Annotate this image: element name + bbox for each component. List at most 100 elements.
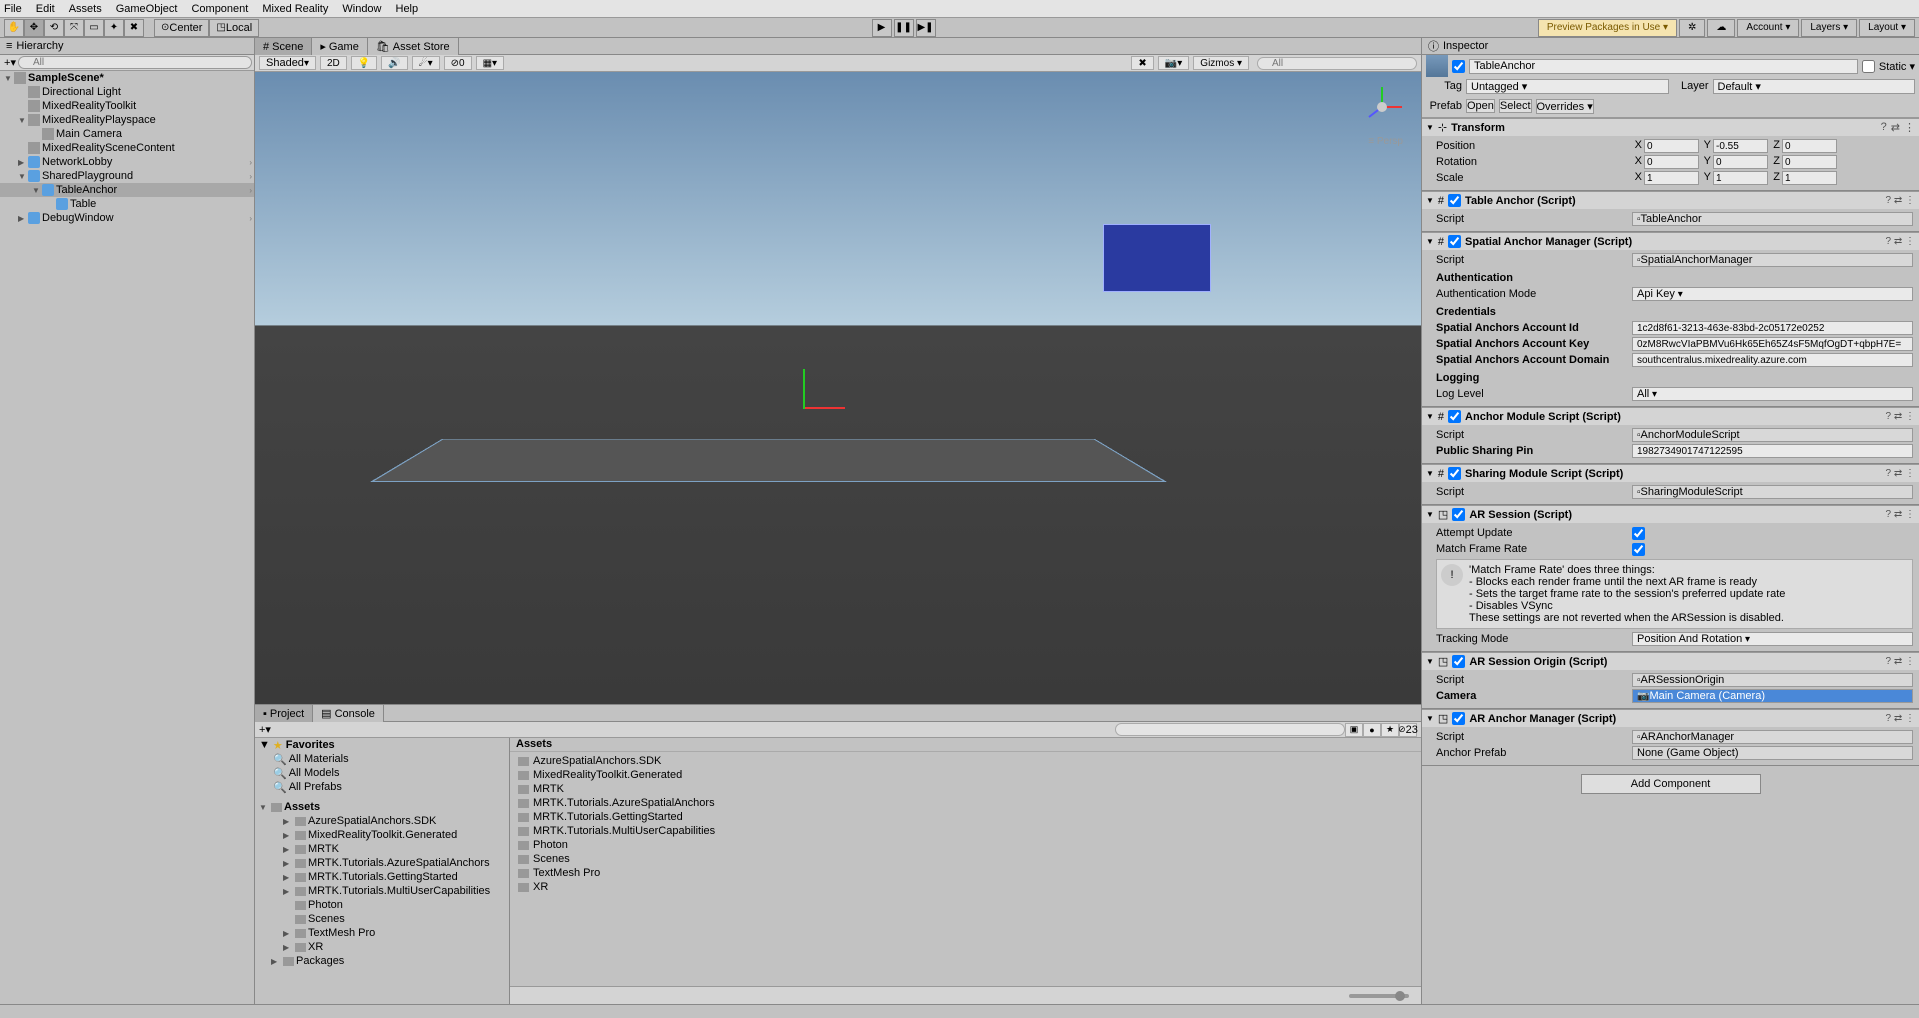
static-dropdown[interactable]: Static ▾ [1879,60,1915,73]
grid-icon[interactable]: ▦▾ [476,56,504,70]
scene-view[interactable]: ≡ Persp [255,72,1421,704]
hierarchy-item[interactable]: Main Camera [0,127,254,141]
hierarchy-item[interactable]: MixedRealityToolkit [0,99,254,113]
asset-item[interactable]: TextMesh Pro [518,866,1413,880]
arorigin-script-field[interactable]: ▫ ARSessionOrigin [1632,673,1913,687]
static-checkbox[interactable] [1862,60,1875,73]
perspective-label[interactable]: ≡ Persp [1368,136,1403,147]
asset-item[interactable]: MRTK.Tutorials.MultiUserCapabilities [518,824,1413,838]
spatialmgr-header[interactable]: Spatial Anchor Manager (Script) [1465,236,1881,248]
asset-item[interactable]: MRTK.Tutorials.AzureSpatialAnchors [518,796,1413,810]
menu-edit[interactable]: Edit [36,3,55,15]
layers-dropdown[interactable]: Layers ▾ [1801,19,1857,37]
project-eye-icon[interactable]: ● [1363,723,1381,737]
tool-rect[interactable]: ▭ [84,19,104,37]
asset-item[interactable]: MRTK [518,782,1413,796]
pause-button[interactable]: ❚❚ [894,19,914,37]
camera-icon[interactable]: 📷▾ [1158,56,1189,70]
hierarchy-item[interactable]: ▶DebugWindow› [0,211,254,225]
attempt-update-checkbox[interactable] [1632,527,1645,540]
layout-dropdown[interactable]: Layout ▾ [1859,19,1915,37]
pivot-toggle[interactable]: ⊙Center [154,19,209,37]
pos-y[interactable] [1713,139,1768,153]
2d-toggle[interactable]: 2D [320,56,347,70]
tools-icon[interactable]: ✖ [1131,56,1153,70]
gizmos-dropdown[interactable]: Gizmos ▾ [1193,56,1249,70]
add-component-button[interactable]: Add Component [1581,774,1761,794]
log-level-dropdown[interactable]: All ▾ [1632,387,1913,401]
hierarchy-item[interactable]: ▼SampleScene* [0,71,254,85]
gameobject-name-field[interactable] [1469,59,1858,74]
menu-assets[interactable]: Assets [69,3,102,15]
tool-rotate[interactable]: ⟲ [44,19,64,37]
gameobject-icon[interactable] [1426,55,1448,77]
prefab-overrides-dropdown[interactable]: Overrides ▾ [1536,99,1594,114]
project-folder[interactable]: ▶MRTK.Tutorials.MultiUserCapabilities [255,884,509,898]
auth-mode-dropdown[interactable]: Api Key ▾ [1632,287,1913,301]
project-folder[interactable]: ▶MRTK [255,842,509,856]
space-toggle[interactable]: ◳Local [209,19,259,37]
menu-help[interactable]: Help [396,3,419,15]
tool-custom[interactable]: ✖ [124,19,144,37]
scene-search[interactable] [1257,57,1417,70]
pos-z[interactable] [1782,139,1837,153]
inspector-tab[interactable]: ⓘ Inspector [1422,38,1919,55]
hierarchy-item[interactable]: ▼TableAnchor› [0,183,254,197]
thumbnail-size-slider[interactable] [1349,994,1409,998]
asset-item[interactable]: XR [518,880,1413,894]
tracking-mode-dropdown[interactable]: Position And Rotation ▾ [1632,632,1913,646]
aranchor-script-field[interactable]: ▫ ARAnchorManager [1632,730,1913,744]
project-create[interactable]: +▾ [259,723,271,736]
prefab-open-button[interactable]: Open [1466,99,1495,113]
collab-icon[interactable]: ✲ [1679,19,1705,37]
tableanchor-script-field[interactable]: ▫ TableAnchor [1632,212,1913,226]
scl-y[interactable] [1713,171,1768,185]
tool-scale[interactable]: ⤧ [64,19,84,37]
anchormod-script-field[interactable]: ▫ AnchorModuleScript [1632,428,1913,442]
project-folder[interactable]: ▶TextMesh Pro [255,926,509,940]
menu-mixedreality[interactable]: Mixed Reality [262,3,328,15]
project-folder[interactable]: ▶MRTK.Tutorials.AzureSpatialAnchors [255,856,509,870]
project-folder[interactable]: Photon [255,898,509,912]
asset-item[interactable]: AzureSpatialAnchors.SDK [518,754,1413,768]
step-button[interactable]: ▶❚ [916,19,936,37]
preview-packages[interactable]: Preview Packages in Use ▾ [1538,19,1677,37]
asset-item[interactable]: MixedRealityToolkit.Generated [518,768,1413,782]
hierarchy-item[interactable]: Table [0,197,254,211]
project-folder[interactable]: ▶Packages [255,954,509,968]
asset-item[interactable]: Photon [518,838,1413,852]
hierarchy-item[interactable]: ▼SharedPlayground› [0,169,254,183]
tableanchor-header[interactable]: Table Anchor (Script) [1465,195,1881,207]
favorite-item[interactable]: 🔍All Materials [255,752,509,766]
layer-dropdown[interactable]: Default ▾ [1713,79,1916,94]
tab-assetstore[interactable]: 🛍 Asset Store [368,38,459,55]
shading-dropdown[interactable]: Shaded ▾ [259,56,316,70]
hierarchy-tab[interactable]: ≡ Hierarchy [0,38,254,55]
project-hidden-count[interactable]: ⊘23 [1399,723,1417,737]
account-key-field[interactable] [1632,337,1913,351]
assets-root[interactable]: Assets [284,801,320,813]
menu-file[interactable]: File [4,3,22,15]
favorite-item[interactable]: 🔍All Models [255,766,509,780]
scl-x[interactable] [1644,171,1699,185]
menu-window[interactable]: Window [342,3,381,15]
transform-header[interactable]: Transform [1451,122,1877,134]
tableanchor-enabled[interactable] [1448,194,1461,207]
anchormod-enabled[interactable] [1448,410,1461,423]
project-star-icon[interactable]: ★ [1381,723,1399,737]
asset-item[interactable]: MRTK.Tutorials.GettingStarted [518,810,1413,824]
menu-icon[interactable]: ⋮ [1904,121,1915,134]
cloud-icon[interactable]: ☁ [1707,19,1735,37]
project-folder[interactable]: Scenes [255,912,509,926]
tab-scene[interactable]: # Scene [255,38,312,55]
audio-icon[interactable]: 🔊 [381,56,407,70]
project-folder[interactable]: ▶MRTK.Tutorials.GettingStarted [255,870,509,884]
hierarchy-item[interactable]: Directional Light [0,85,254,99]
camera-object-field[interactable]: 📷 Main Camera (Camera) [1632,689,1913,703]
rot-x[interactable] [1644,155,1699,169]
menu-gameobject[interactable]: GameObject [116,3,178,15]
move-gizmo[interactable] [803,369,805,409]
rot-z[interactable] [1782,155,1837,169]
asset-item[interactable]: Scenes [518,852,1413,866]
match-frame-rate-checkbox[interactable] [1632,543,1645,556]
